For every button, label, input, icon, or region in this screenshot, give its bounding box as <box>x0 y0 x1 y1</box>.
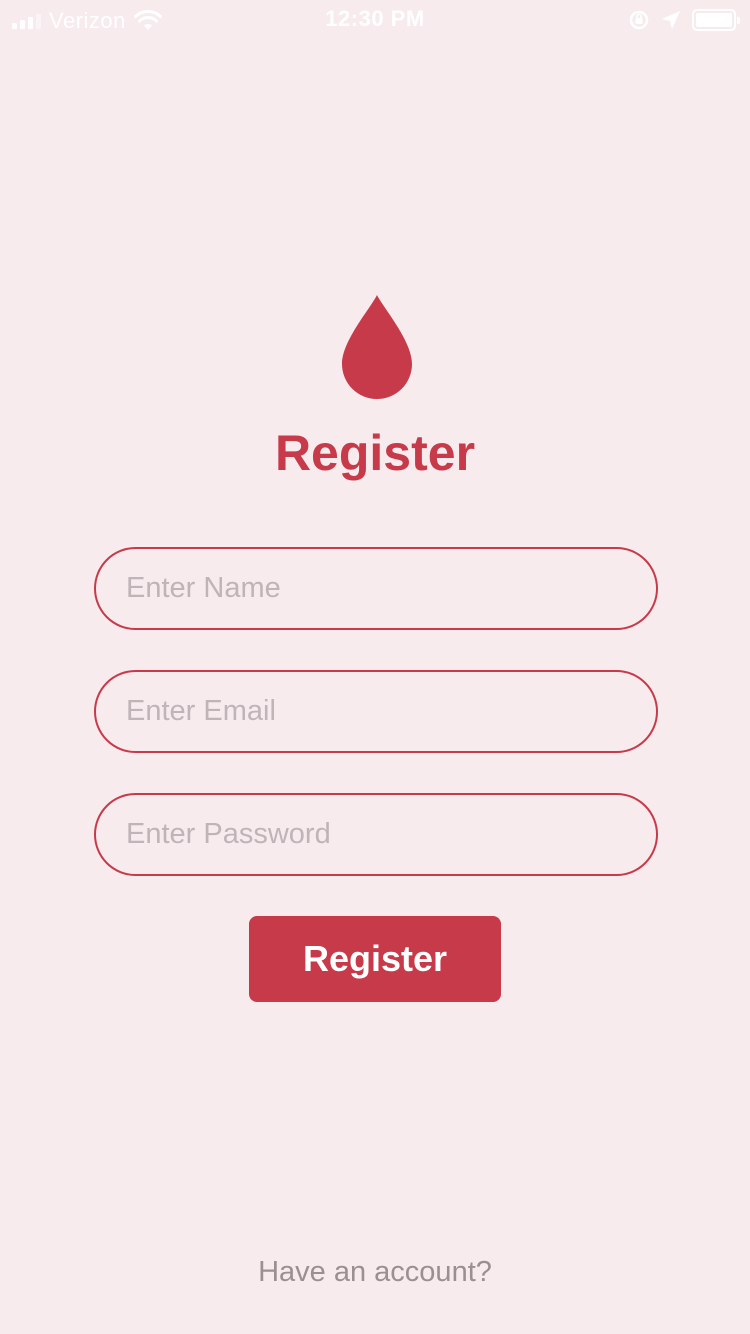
battery-level <box>696 13 732 27</box>
battery-icon <box>692 9 740 31</box>
orientation-lock-icon <box>629 10 649 30</box>
status-right <box>628 8 740 32</box>
status-bar: Verizon 12:30 PM <box>0 0 750 40</box>
blood-drop-icon <box>342 295 412 399</box>
have-account-link[interactable]: Have an account? <box>0 1256 750 1289</box>
password-input[interactable] <box>94 793 658 876</box>
name-input[interactable] <box>94 547 658 630</box>
register-button[interactable]: Register <box>249 916 501 1002</box>
page-title: Register <box>274 425 476 481</box>
location-arrow-icon <box>662 11 680 29</box>
email-input[interactable] <box>94 670 658 753</box>
